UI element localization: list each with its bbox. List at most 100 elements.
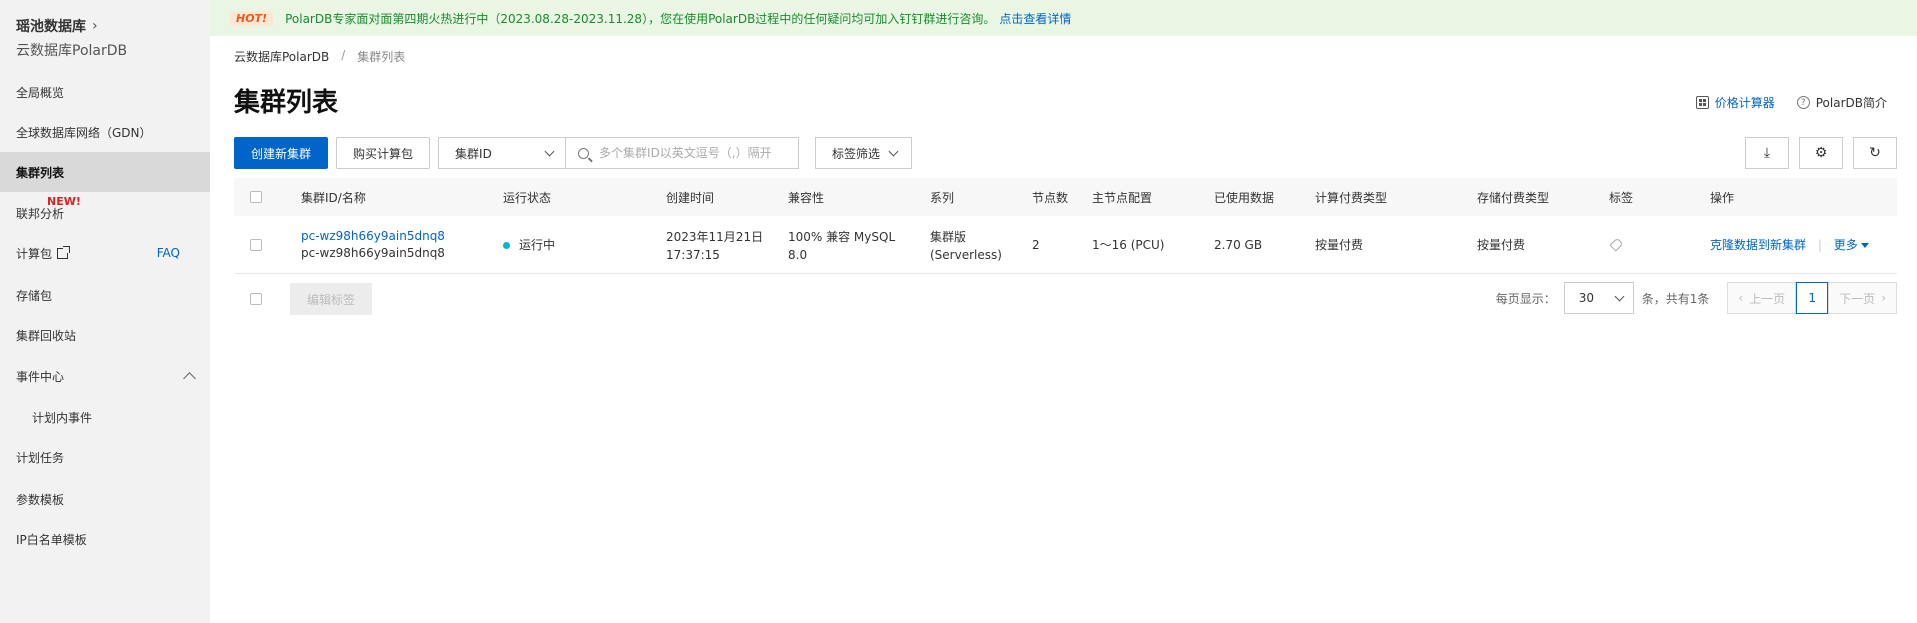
- top-links: 价格计算器 ? PolarDB简介: [1695, 94, 1887, 111]
- chevron-right-icon: ›: [1881, 291, 1886, 305]
- search-input[interactable]: [599, 146, 790, 160]
- header-status: 运行状态: [503, 190, 552, 205]
- cell-compat: 100% 兼容 MySQL 8.0: [788, 228, 930, 262]
- announcement-text: PolarDB专家面对面第四期火热进行中（2023.08.28-2023.11.…: [285, 11, 996, 26]
- search-icon: [578, 147, 590, 159]
- download-icon: ⤓: [1763, 145, 1771, 161]
- total-count: 条，共有1条: [1641, 291, 1710, 306]
- app: 瑶池数据库 › 云数据库PolarDB 全局概览 全球数据库网络（GDN） 集群…: [0, 0, 1917, 623]
- new-badge: NEW!: [47, 195, 81, 208]
- sidebar-item-clusters[interactable]: 集群列表: [0, 152, 210, 192]
- compat-line-1: 100% 兼容 MySQL: [788, 229, 896, 244]
- cell-ops: 克隆数据到新集群 | 更多: [1710, 236, 1890, 253]
- calculator-icon: [1695, 96, 1709, 109]
- tag-filter-dropdown[interactable]: 标签筛选: [815, 137, 913, 169]
- external-link-icon: [57, 245, 71, 259]
- price-calculator-link[interactable]: 价格计算器: [1695, 94, 1775, 111]
- tag-filter-label: 标签筛选: [832, 146, 881, 161]
- cell-billing: 按量付费: [1315, 238, 1364, 252]
- sidebar-item-recycle-bin[interactable]: 集群回收站: [0, 315, 210, 355]
- search-box: [566, 137, 800, 169]
- settings-button[interactable]: ⚙: [1799, 137, 1843, 169]
- breadcrumb-separator: /: [341, 48, 346, 62]
- create-cluster-button[interactable]: 创建新集群: [234, 137, 329, 169]
- cluster-id-link[interactable]: pc-wz98h66y9ain5dnq8: [301, 229, 503, 243]
- cell-tags: [1609, 236, 1710, 252]
- sidebar-item-storage-package[interactable]: 存储包: [0, 275, 210, 315]
- header-config: 主节点配置: [1092, 190, 1153, 205]
- more-label: 更多: [1833, 238, 1858, 252]
- product-switcher[interactable]: 瑶池数据库 ›: [16, 16, 194, 36]
- table-header: 集群ID/名称 运行状态 创建时间 兼容性 系列 节点数 主节点配置 已使用数据…: [234, 178, 1897, 216]
- sidebar-item-scheduled-tasks[interactable]: 计划任务: [0, 437, 210, 477]
- prev-page-label: 上一页: [1749, 291, 1786, 306]
- cell-id: pc-wz98h66y9ain5dnq8 pc-wz98h66y9ain5dnq…: [301, 229, 503, 260]
- sidebar-item-overview[interactable]: 全局概览: [0, 72, 210, 112]
- sidebar-item-label: 存储包: [16, 288, 53, 303]
- prev-page-button[interactable]: ‹ 上一页: [1727, 282, 1797, 314]
- refresh-button[interactable]: ↻: [1853, 137, 1897, 169]
- cell-nodes: 2: [1032, 237, 1040, 252]
- sidebar-item-label: 全局概览: [16, 85, 65, 100]
- sidebar: 瑶池数据库 › 云数据库PolarDB 全局概览 全球数据库网络（GDN） 集群…: [0, 0, 210, 623]
- next-page-button[interactable]: 下一页 ›: [1828, 282, 1897, 314]
- sidebar-item-label: 集群列表: [16, 165, 65, 180]
- sidebar-item-federated-analysis[interactable]: 联邦分析: [0, 193, 210, 233]
- faq-link[interactable]: FAQ: [157, 246, 180, 260]
- sidebar-item-label: 参数模板: [16, 492, 65, 507]
- footer-select-all-checkbox[interactable]: [250, 293, 262, 305]
- caret-down-icon: [1860, 243, 1869, 248]
- polardb-intro-link[interactable]: ? PolarDB简介: [1796, 94, 1887, 111]
- sidebar-item-param-templates[interactable]: 参数模板: [0, 479, 210, 519]
- gear-icon: ⚙: [1814, 145, 1828, 161]
- product-subtitle: 云数据库PolarDB: [16, 43, 128, 59]
- chevron-down-icon: [1614, 291, 1625, 301]
- cell-created: 2023年11月21日 17:37:15: [666, 228, 788, 262]
- header-used: 已使用数据: [1214, 190, 1275, 205]
- series-line-2: (Serverless): [930, 247, 1002, 262]
- filter-field-value: 集群ID: [455, 146, 492, 161]
- page-title: 集群列表: [234, 88, 339, 118]
- header-created: 创建时间: [666, 190, 715, 205]
- page-number-current[interactable]: 1: [1796, 282, 1829, 314]
- announcement-link[interactable]: 点击查看详情: [999, 10, 1071, 27]
- edit-tags-button[interactable]: 编辑标签: [290, 283, 372, 315]
- toolbar-right: ⤓ ⚙ ↻: [1745, 137, 1897, 169]
- clone-data-link[interactable]: 克隆数据到新集群: [1710, 238, 1806, 252]
- next-page-label: 下一页: [1839, 291, 1876, 306]
- hot-badge: HOT!: [230, 10, 274, 26]
- row-select-cell: [234, 238, 301, 251]
- select-all-checkbox[interactable]: [250, 191, 262, 203]
- price-calculator-label: 价格计算器: [1714, 96, 1775, 110]
- header-ops: 操作: [1710, 190, 1735, 205]
- per-page-select[interactable]: 30: [1563, 282, 1634, 314]
- compat-line-2: 8.0: [788, 247, 808, 262]
- select-all-cell: [234, 191, 301, 203]
- sidebar-item-event-center[interactable]: 事件中心: [0, 356, 210, 396]
- series-line-1: 集群版: [930, 229, 967, 244]
- sidebar-item-gdn[interactable]: 全球数据库网络（GDN）: [0, 112, 210, 152]
- breadcrumb: 云数据库PolarDB / 集群列表: [234, 48, 405, 65]
- chevron-down-icon: [888, 146, 899, 156]
- row-checkbox[interactable]: [250, 238, 262, 251]
- tag-icon[interactable]: [1609, 236, 1624, 252]
- header-series: 系列: [930, 190, 955, 205]
- cluster-name: pc-wz98h66y9ain5dnq8: [301, 246, 445, 260]
- breadcrumb-root[interactable]: 云数据库PolarDB: [234, 48, 329, 65]
- more-dropdown[interactable]: 更多: [1834, 238, 1869, 252]
- download-button[interactable]: ⤓: [1745, 137, 1789, 169]
- cell-used: 2.70 GB: [1214, 237, 1263, 252]
- header-nodes: 节点数: [1032, 190, 1069, 205]
- sidebar-item-planned-events[interactable]: 计划内事件: [0, 397, 210, 437]
- chevron-left-icon: ‹: [1738, 291, 1744, 305]
- help-icon: ?: [1796, 96, 1810, 109]
- filter-field-select[interactable]: 集群ID: [438, 137, 567, 169]
- sidebar-item-compute-package[interactable]: 计算包 FAQ: [0, 233, 210, 273]
- cell-storage-billing: 按量付费: [1477, 238, 1526, 252]
- sidebar-item-label: 计划任务: [16, 450, 65, 465]
- announcement-banner: HOT! PolarDB专家面对面第四期火热进行中（2023.08.28-202…: [210, 0, 1917, 36]
- sidebar-item-ip-whitelist[interactable]: IP白名单模板: [0, 519, 210, 559]
- created-time: 17:37:15: [666, 247, 720, 262]
- buy-package-button[interactable]: 购买计算包: [336, 137, 431, 169]
- header-id: 集群ID/名称: [301, 190, 366, 205]
